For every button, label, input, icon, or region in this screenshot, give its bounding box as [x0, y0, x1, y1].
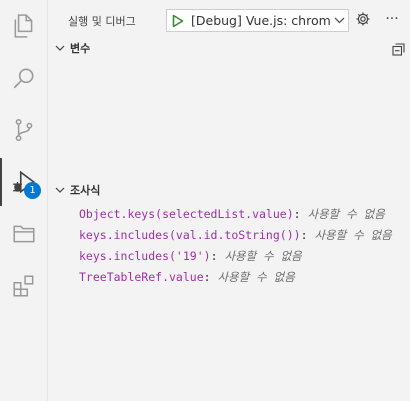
gear-icon: [356, 12, 370, 26]
launch-config-value: [Debug] Vue.js: chrome: [191, 13, 330, 28]
watch-expression: Object.keys(selectedList.value): [79, 207, 294, 221]
search-icon: [13, 68, 34, 89]
watch-separator: :: [203, 270, 211, 284]
run-debug-button[interactable]: 1: [0, 158, 48, 206]
collapse-all-button[interactable]: [392, 41, 406, 56]
explorer-button[interactable]: [0, 2, 48, 50]
files-icon: [14, 14, 33, 38]
extensions-icon: [13, 275, 34, 297]
watch-section-title: 조사식: [70, 184, 101, 197]
chevron-down-icon: [50, 45, 70, 51]
open-launch-json-button[interactable]: [355, 11, 373, 29]
panel-title: 실행 및 디버그: [68, 15, 136, 28]
watch-item[interactable]: keys.includes(val.id.toString()): 사용할 수 …: [48, 225, 410, 246]
watch-item[interactable]: keys.includes('19'): 사용할 수 없음: [48, 246, 410, 267]
source-control-button[interactable]: [0, 106, 48, 154]
watch-list: Object.keys(selectedList.value): 사용할 수 없…: [48, 204, 410, 288]
start-debugging-button[interactable]: [167, 10, 189, 31]
source-control-icon: [15, 118, 33, 142]
watch-item[interactable]: Object.keys(selectedList.value): 사용할 수 없…: [48, 204, 410, 225]
watch-section-header[interactable]: 조사식: [48, 180, 410, 200]
run-debug-panel: 실행 및 디버그 [Debug] Vue.js: chrome ··· 변수 조…: [48, 0, 410, 401]
watch-expression: TreeTableRef.value: [79, 270, 204, 284]
variables-section-header[interactable]: 변수: [48, 38, 410, 58]
watch-value: 사용할 수 없음: [314, 228, 392, 242]
search-button[interactable]: [0, 54, 48, 102]
extensions-button[interactable]: [0, 262, 48, 310]
launch-config-dropdown[interactable]: [Debug] Vue.js: chrome: [166, 9, 349, 32]
watch-item[interactable]: TreeTableRef.value: 사용할 수 없음: [48, 267, 410, 288]
play-icon: [172, 14, 184, 27]
activity-bar: 1: [0, 0, 48, 401]
watch-separator: :: [293, 207, 301, 221]
chevron-down-icon: [330, 17, 348, 24]
more-actions-button[interactable]: ···: [382, 11, 402, 29]
watch-separator: :: [300, 228, 308, 242]
watch-value: 사용할 수 없음: [307, 207, 385, 221]
panel-title-bar: 실행 및 디버그 [Debug] Vue.js: chrome ···: [48, 0, 410, 40]
watch-value: 사용할 수 없음: [217, 270, 295, 284]
watch-expression: keys.includes('19'): [79, 249, 211, 263]
watch-separator: :: [210, 249, 218, 263]
remote-explorer-button[interactable]: [0, 210, 48, 258]
chevron-down-icon: [50, 187, 70, 193]
collapse-all-icon: [392, 43, 405, 56]
folder-icon: [13, 225, 35, 243]
debug-badge: 1: [24, 182, 41, 199]
watch-value: 사용할 수 없음: [224, 249, 302, 263]
variables-section-title: 변수: [70, 42, 91, 55]
watch-expression: keys.includes(val.id.toString()): [79, 228, 301, 242]
